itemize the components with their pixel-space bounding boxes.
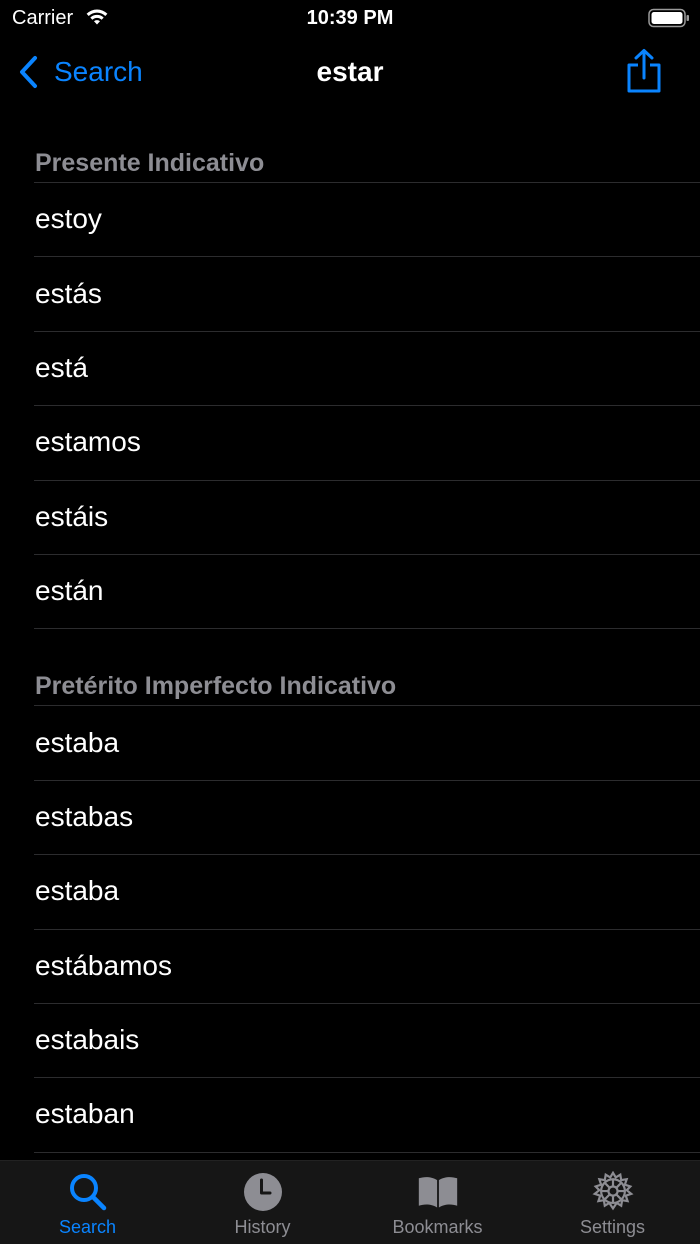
list-item-label: estábamos	[35, 949, 172, 981]
conjugation-list: Presente Indicativo estoy estás está est…	[0, 108, 700, 1160]
list-item-label: estoy	[35, 203, 102, 235]
list-item[interactable]: están	[0, 553, 700, 628]
section-preterito-imperfecto-indicativo: Pretérito Imperfecto Indicativo estaba e…	[0, 631, 700, 1153]
back-button-label: Search	[54, 56, 143, 87]
list-item-label: estaba	[35, 875, 120, 907]
list-item[interactable]: estaba	[0, 705, 700, 779]
battery-icon	[648, 8, 689, 28]
list-item-label: estabas	[35, 800, 134, 832]
section-header: Presente Indicativo	[0, 108, 700, 182]
list-item[interactable]: estoy	[0, 182, 700, 256]
list-item-label: estabais	[35, 1024, 140, 1056]
tab-search[interactable]: Search	[0, 1161, 175, 1244]
tab-bar: Search History Bookmarks Settings	[0, 1160, 700, 1244]
screen: Carrier 10:39 PM Search estar Presente I…	[0, 0, 700, 1244]
list-item[interactable]: estás	[0, 256, 700, 330]
gear-icon	[591, 1171, 634, 1211]
clock-icon	[243, 1173, 282, 1211]
section-presente-indicativo: Presente Indicativo estoy estás está est…	[0, 108, 700, 630]
list-item-label: estamos	[35, 426, 141, 458]
navigation-bar: Search estar	[0, 36, 700, 108]
share-icon[interactable]	[624, 48, 664, 94]
section-header-label: Presente Indicativo	[35, 149, 265, 177]
tab-label: History	[234, 1217, 291, 1237]
list-item-label: estaban	[35, 1098, 135, 1130]
list-item[interactable]: está	[0, 330, 700, 405]
tab-label: Search	[58, 1217, 117, 1237]
list-item-label: estás	[35, 277, 102, 309]
back-button[interactable]: Search	[18, 52, 143, 92]
list-item[interactable]: estábamos	[0, 928, 700, 1003]
separator	[34, 628, 700, 630]
book-icon	[418, 1177, 457, 1208]
list-item-label: está	[35, 351, 88, 383]
tab-history[interactable]: History	[175, 1161, 350, 1244]
status-bar: Carrier 10:39 PM	[0, 0, 700, 36]
list-item[interactable]: estabas	[0, 779, 700, 854]
list-item[interactable]: estáis	[0, 479, 700, 554]
tab-label: Settings	[579, 1217, 646, 1237]
tab-label: Bookmarks	[392, 1217, 483, 1237]
separator	[34, 1151, 700, 1153]
list-item-label: estáis	[35, 500, 109, 532]
clock-time: 10:39 PM	[306, 7, 394, 29]
list-item-label: están	[35, 575, 104, 607]
chevron-left-icon	[20, 56, 37, 88]
list-item-label: estaba	[35, 726, 120, 758]
list-item[interactable]: estaba	[0, 854, 700, 928]
list-item[interactable]: estabais	[0, 1002, 700, 1077]
section-header-label: Pretérito Imperfecto Indicativo	[35, 672, 397, 701]
list-item[interactable]: estamos	[0, 405, 700, 479]
section-header: Pretérito Imperfecto Indicativo	[0, 631, 700, 705]
list-item[interactable]: estaban	[0, 1077, 700, 1151]
tab-settings[interactable]: Settings	[525, 1161, 700, 1244]
tab-bookmarks[interactable]: Bookmarks	[350, 1161, 525, 1244]
search-icon	[69, 1174, 106, 1211]
